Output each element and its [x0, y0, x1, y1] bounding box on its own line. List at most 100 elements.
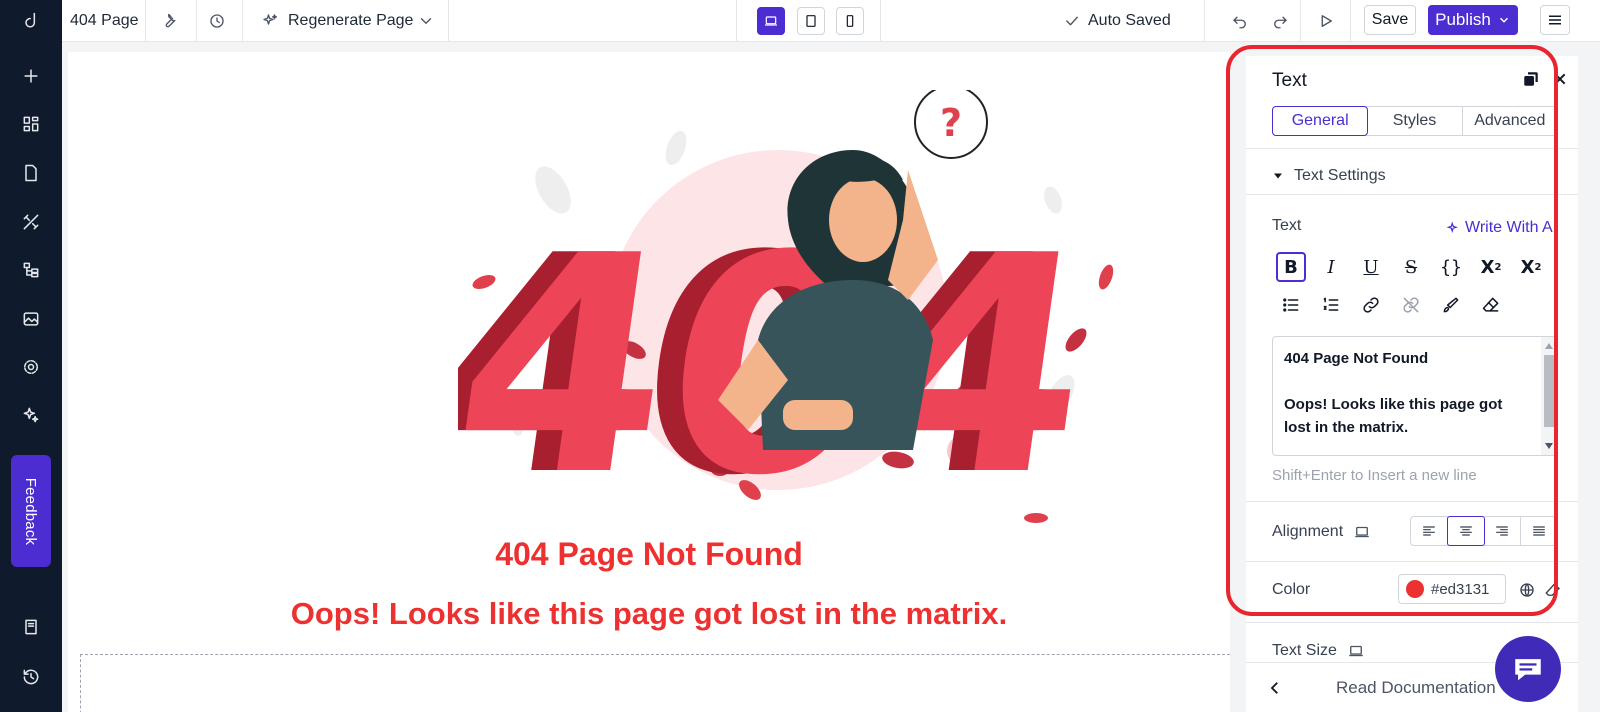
text-settings-panel: Text General Styles Advanced Text Settin… — [1246, 56, 1578, 712]
bold-button[interactable]: B — [1276, 252, 1306, 282]
link-icon — [1363, 297, 1379, 313]
bullet-list-button[interactable] — [1276, 290, 1306, 320]
page-name[interactable]: 404 Page — [70, 12, 139, 30]
question-mark-text: ? — [940, 101, 962, 145]
page-heading[interactable]: 404 Page Not Found — [68, 536, 1230, 573]
clear-format-button[interactable] — [1476, 290, 1506, 320]
text-field-label: Text — [1272, 217, 1302, 234]
section-title: Text Settings — [1294, 167, 1386, 184]
panel-title: Text — [1272, 70, 1307, 91]
ai-sparkle-icon[interactable] — [14, 398, 48, 432]
unlink-icon — [1403, 297, 1419, 313]
alignment-label: Alignment — [1272, 523, 1344, 540]
docs-book-icon[interactable] — [14, 610, 48, 644]
chevron-down-icon[interactable] — [414, 9, 438, 33]
media-icon[interactable] — [14, 302, 48, 336]
color-picker-field[interactable]: #ed3131 — [1398, 574, 1506, 604]
color-swatch[interactable] — [1406, 580, 1424, 598]
strikethrough-button[interactable]: S — [1396, 252, 1426, 282]
color-value[interactable]: #ed3131 — [1431, 581, 1489, 598]
collapse-panel-chevron-left-icon[interactable] — [1266, 679, 1284, 697]
global-color-icon[interactable] — [1518, 581, 1536, 599]
bullet-list-icon — [1283, 298, 1299, 312]
numbered-list-icon — [1323, 297, 1339, 311]
preview-play-icon[interactable] — [1314, 9, 1338, 33]
chevron-down-icon — [1499, 17, 1508, 23]
save-button[interactable]: Save — [1364, 5, 1416, 35]
add-icon[interactable] — [14, 59, 48, 93]
navigator-icon[interactable] — [14, 253, 48, 287]
tablet-view-button[interactable] — [797, 7, 825, 35]
write-with-ai-label: Write With AI — [1465, 219, 1558, 236]
mobile-view-button[interactable] — [836, 7, 864, 35]
numbered-list-button[interactable] — [1316, 290, 1346, 320]
laptop-icon — [765, 16, 777, 26]
write-with-ai-button[interactable]: Write With AI — [1446, 219, 1557, 237]
page-canvas[interactable]: 404 404 ? 404 Page Not Found Oops! Looks… — [68, 52, 1230, 712]
text-settings-section-toggle[interactable]: Text Settings — [1272, 167, 1386, 185]
phone-icon — [846, 15, 854, 27]
404-illustration: 404 404 ? — [458, 90, 1114, 530]
reset-color-eraser-icon[interactable] — [1544, 581, 1562, 599]
logo-icon[interactable] — [14, 4, 48, 38]
regenerate-page-button[interactable]: Regenerate Page — [288, 12, 413, 30]
app-root: Feedback 404 Page Regenerate Page Auto S… — [0, 0, 1600, 712]
page-subheading[interactable]: Oops! Looks like this page got lost in t… — [68, 596, 1230, 632]
tab-advanced[interactable]: Advanced — [1463, 107, 1557, 135]
text-editor[interactable]: 404 Page Not Found Oops! Looks like this… — [1272, 336, 1558, 456]
tablet-icon — [806, 15, 816, 27]
chat-bubble-icon — [1515, 659, 1541, 681]
desktop-view-button[interactable] — [757, 7, 785, 35]
alignment-buttons — [1410, 516, 1558, 546]
read-documentation-link[interactable]: Read Documentation — [1336, 678, 1496, 698]
empty-section-dropzone[interactable] — [80, 654, 1230, 712]
align-right-button[interactable] — [1484, 517, 1521, 545]
settings-gear-icon[interactable] — [14, 350, 48, 384]
hamburger-menu-button[interactable] — [1540, 5, 1570, 35]
text-size-label-row: Text Size — [1272, 642, 1365, 660]
feedback-label: Feedback — [22, 477, 40, 545]
panel-tabs: General Styles Advanced — [1272, 106, 1558, 136]
alignment-label-row: Alignment — [1272, 523, 1371, 541]
italic-button[interactable]: I — [1316, 252, 1346, 282]
detach-window-icon[interactable] — [1522, 70, 1540, 88]
color-label: Color — [1272, 581, 1311, 598]
caret-down-icon — [1274, 173, 1282, 179]
chat-support-button[interactable] — [1495, 636, 1561, 702]
editor-hint: Shift+Enter to Insert a new line — [1272, 467, 1477, 484]
redo-icon[interactable] — [1268, 9, 1292, 33]
history-icon[interactable] — [14, 660, 48, 694]
align-center-icon — [1460, 526, 1472, 536]
feedback-button[interactable]: Feedback — [11, 455, 51, 567]
tab-general[interactable]: General — [1272, 106, 1369, 136]
close-icon[interactable] — [1552, 71, 1568, 87]
text-color-brush-button[interactable] — [1436, 290, 1466, 320]
text-size-label: Text Size — [1272, 642, 1337, 659]
design-tools-icon[interactable] — [14, 205, 48, 239]
wrench-icon[interactable] — [157, 9, 181, 33]
publish-label: Publish — [1435, 10, 1491, 29]
undo-icon[interactable] — [1228, 9, 1252, 33]
subscript-button[interactable]: X2 — [1516, 252, 1546, 282]
code-braces-button[interactable]: {} — [1436, 252, 1466, 282]
align-center-button[interactable] — [1447, 516, 1485, 546]
publish-button[interactable]: Publish — [1428, 5, 1518, 35]
align-justify-icon — [1533, 526, 1545, 536]
align-justify-button[interactable] — [1521, 517, 1557, 545]
blocks-icon[interactable] — [14, 107, 48, 141]
underline-button[interactable]: U — [1356, 252, 1386, 282]
laptop-icon — [1355, 526, 1369, 538]
superscript-button[interactable]: X2 — [1476, 252, 1506, 282]
align-left-button[interactable] — [1411, 517, 1448, 545]
tab-styles[interactable]: Styles — [1367, 107, 1463, 135]
clock-icon[interactable] — [205, 9, 229, 33]
regenerate-sparkle-icon[interactable] — [258, 9, 282, 33]
pages-icon[interactable] — [14, 156, 48, 190]
eraser-icon — [1482, 297, 1499, 312]
laptop-icon — [1349, 645, 1363, 657]
link-button[interactable] — [1356, 290, 1386, 320]
editor-line-heading: 404 Page Not Found — [1284, 350, 1429, 367]
checkmark-icon — [1060, 9, 1084, 33]
unlink-button[interactable] — [1396, 290, 1426, 320]
editor-scrollbar[interactable] — [1541, 337, 1557, 455]
